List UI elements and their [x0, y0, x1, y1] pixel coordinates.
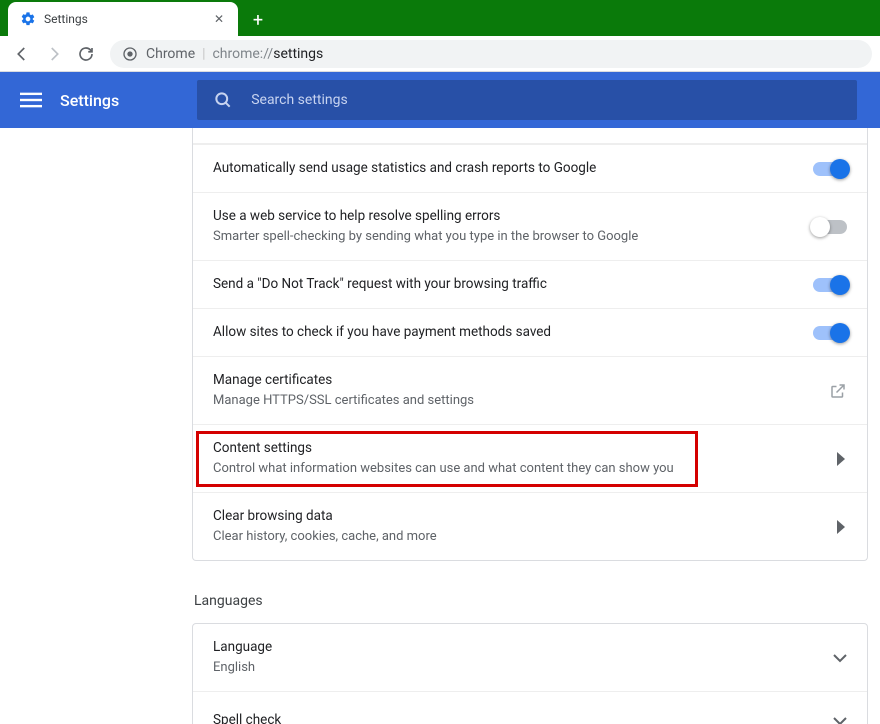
row-title: Spell check [213, 711, 817, 724]
chevron-right-icon [837, 452, 847, 466]
back-button[interactable] [8, 40, 36, 68]
settings-search-input[interactable] [251, 92, 841, 108]
row-usage-stats: Automatically send usage statistics and … [193, 144, 867, 192]
row-do-not-track: Send a "Do Not Track" request with your … [193, 260, 867, 308]
toggle-spelling-service[interactable] [813, 220, 847, 234]
row-title: Language [213, 638, 817, 657]
settings-content: Automatically send usage statistics and … [0, 128, 880, 724]
row-title: Send a "Do Not Track" request with your … [213, 275, 797, 294]
reload-button[interactable] [72, 40, 100, 68]
row-title: Allow sites to check if you have payment… [213, 323, 797, 342]
chevron-down-icon [833, 653, 847, 663]
row-subtitle: Manage HTTPS/SSL certificates and settin… [213, 392, 813, 410]
search-icon [213, 90, 233, 110]
toggle-payment-methods[interactable] [813, 326, 847, 340]
chevron-down-icon [833, 716, 847, 724]
address-bar[interactable]: Chrome | chrome://settings [110, 40, 872, 68]
site-info-icon[interactable] [122, 46, 138, 62]
row-safe-browsing-extended[interactable] [193, 128, 867, 144]
menu-icon[interactable] [20, 89, 42, 111]
gear-icon [20, 11, 36, 27]
tab-strip: Settings ✕ + [0, 0, 880, 36]
page-title: Settings [60, 91, 119, 110]
row-payment-methods: Allow sites to check if you have payment… [193, 308, 867, 356]
row-language[interactable]: Language English [193, 624, 867, 691]
toggle-usage-stats[interactable] [813, 162, 847, 176]
tab-title: Settings [44, 12, 202, 26]
toggle-do-not-track[interactable] [813, 278, 847, 292]
privacy-card: Automatically send usage statistics and … [192, 128, 868, 561]
settings-search[interactable] [197, 80, 857, 120]
settings-header: Settings [0, 72, 880, 128]
row-clear-browsing-data[interactable]: Clear browsing data Clear history, cooki… [193, 492, 867, 560]
row-title: Use a web service to help resolve spelli… [213, 207, 797, 226]
row-title: Automatically send usage statistics and … [213, 159, 797, 178]
row-content-settings[interactable]: Content settings Control what informatio… [193, 424, 867, 492]
row-subtitle: Smarter spell-checking by sending what y… [213, 228, 797, 246]
row-spelling-service: Use a web service to help resolve spelli… [193, 192, 867, 260]
forward-button[interactable] [40, 40, 68, 68]
row-title: Clear browsing data [213, 507, 821, 526]
row-spell-check[interactable]: Spell check [193, 691, 867, 724]
row-title: Content settings [213, 439, 821, 458]
external-link-icon [829, 382, 847, 400]
row-title: Manage certificates [213, 371, 813, 390]
row-subtitle: Control what information websites can us… [213, 460, 821, 478]
new-tab-button[interactable]: + [244, 6, 272, 34]
row-manage-certificates[interactable]: Manage certificates Manage HTTPS/SSL cer… [193, 356, 867, 424]
browser-tab-settings[interactable]: Settings ✕ [8, 2, 238, 36]
section-label-languages: Languages [194, 593, 868, 609]
omnibox-text: Chrome | chrome://settings [146, 46, 323, 62]
row-subtitle: Clear history, cookies, cache, and more [213, 528, 821, 546]
languages-card: Language English Spell check [192, 623, 868, 724]
browser-toolbar: Chrome | chrome://settings [0, 36, 880, 72]
row-subtitle: English [213, 659, 817, 677]
close-icon[interactable]: ✕ [210, 10, 228, 28]
chevron-right-icon [837, 520, 847, 534]
